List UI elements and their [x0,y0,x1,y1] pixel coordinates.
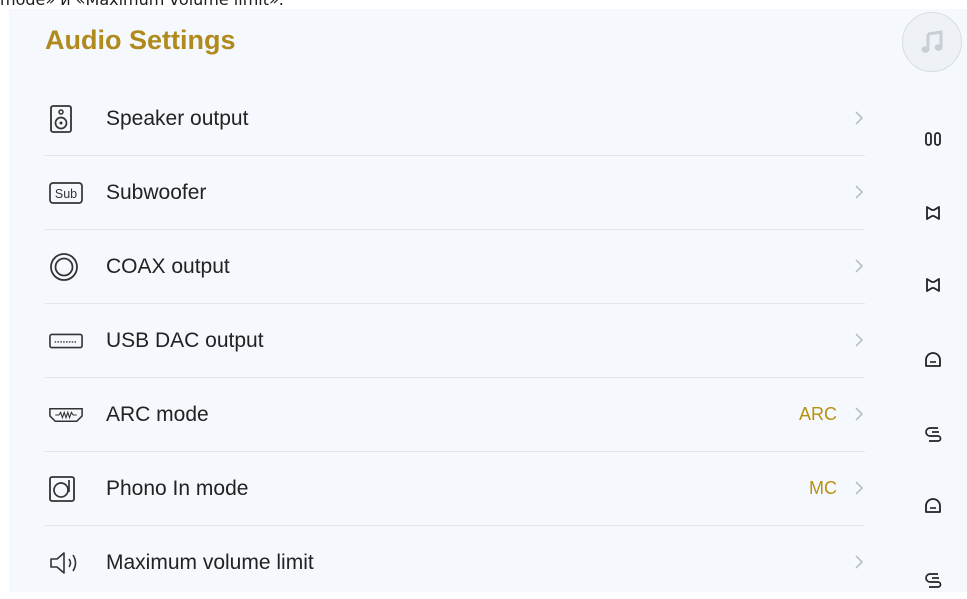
row-speaker-output[interactable]: Speaker output [45,82,865,156]
chevron-right-icon [855,185,864,199]
double-bar-icon[interactable] [921,127,945,151]
page-title: Audio Settings [45,25,236,55]
chevron-right-icon [855,407,864,421]
chevron-right-icon [855,111,864,125]
music-button[interactable] [902,12,962,72]
dome-icon[interactable] [921,348,945,372]
svg-text:Sub: Sub [55,187,77,201]
chevron-right-icon [855,481,864,495]
row-arc-mode[interactable]: ARC mode ARC [45,378,865,452]
hdmi-arc-icon [49,400,83,430]
audio-settings-panel: Audio Settings Speaker output Sub Subwoo… [9,9,967,592]
row-subwoofer[interactable]: Sub Subwoofer [45,156,865,230]
bowtie-icon[interactable] [921,273,945,297]
dome-icon[interactable] [921,494,945,518]
row-label: Subwoofer [106,181,207,204]
turntable-icon [49,474,83,504]
loop-icon[interactable] [921,567,945,591]
row-usb-dac-output[interactable]: USB DAC output [45,304,865,378]
loop-icon[interactable] [921,421,945,445]
subwoofer-icon: Sub [49,178,83,208]
row-value: ARC [798,404,837,424]
row-label: Maximum volume limit [106,551,314,574]
row-label: COAX output [106,255,230,278]
bowtie-icon[interactable] [921,201,945,225]
chevron-right-icon [855,333,864,347]
chevron-right-icon [855,259,864,273]
row-phono-in-mode[interactable]: Phono In mode MC [45,452,865,526]
usb-icon [49,326,83,356]
row-label: Speaker output [106,107,249,130]
row-coax-output[interactable]: COAX output [45,230,865,304]
coax-icon [49,252,83,282]
volume-icon [49,548,83,578]
row-label: Phono In mode [106,477,249,500]
row-label: USB DAC output [106,329,264,352]
row-maximum-volume-limit[interactable]: Maximum volume limit [45,526,865,599]
music-note-icon [921,30,943,53]
chevron-right-icon [855,555,864,569]
speaker-icon [49,104,83,134]
row-value: MC [809,478,837,498]
row-label: ARC mode [106,403,209,426]
